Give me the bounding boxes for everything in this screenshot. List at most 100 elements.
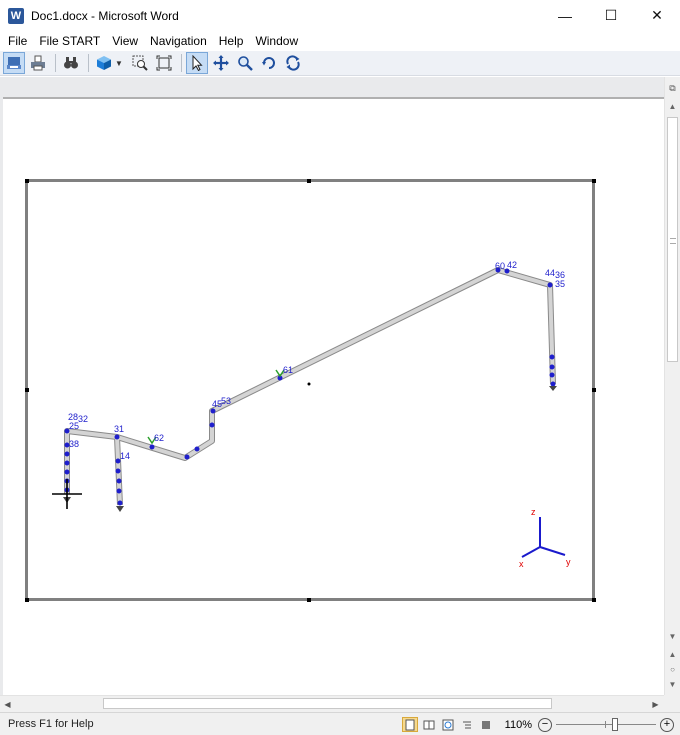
pipe-route <box>64 267 556 506</box>
resize-handle[interactable] <box>25 388 29 392</box>
horizontal-scrollbar[interactable]: ◀ ▶ <box>0 695 664 712</box>
window-controls: — ☐ ✕ <box>542 0 680 31</box>
zoom-out-button[interactable]: − <box>538 717 552 732</box>
status-help-text: Press F1 for Help <box>8 718 94 730</box>
ruler-divider <box>3 97 664 99</box>
node-label: 53 <box>221 396 231 406</box>
node-label: 25 <box>69 421 79 431</box>
zoom-window-button[interactable] <box>129 52 151 74</box>
close-button[interactable]: ✕ <box>634 0 680 31</box>
cursor-arrow-icon <box>192 55 203 71</box>
axis-x-label: x <box>519 559 524 569</box>
window-title: Doc1.docx - Microsoft Word <box>31 8 179 23</box>
resize-handle[interactable] <box>592 388 596 392</box>
outline-view-button[interactable] <box>459 717 475 732</box>
axis-y-label: y <box>566 557 571 567</box>
scroll-left-arrow-icon[interactable]: ◀ <box>0 696 15 712</box>
toolbar-separator <box>180 54 182 72</box>
zoom-in-button[interactable]: + <box>660 717 674 732</box>
ruler <box>3 77 664 99</box>
draft-icon <box>481 720 490 729</box>
menu-help[interactable]: Help <box>213 31 250 51</box>
previous-page-icon[interactable]: ▲ <box>665 647 680 661</box>
zoom-level[interactable]: 110% <box>505 719 532 731</box>
toolbar-separator <box>55 54 56 72</box>
vertical-scrollbar[interactable]: ⧉ ▲ ▼ ▲ ○ ▼ <box>664 77 680 695</box>
maximize-button[interactable]: ☐ <box>588 0 634 31</box>
web-layout-icon <box>442 719 454 730</box>
binoculars-icon <box>64 57 78 69</box>
web-layout-view-button[interactable] <box>440 717 456 732</box>
zoom-slider[interactable] <box>556 718 656 731</box>
draft-view-button[interactable] <box>478 717 494 732</box>
zoom-button[interactable] <box>234 52 256 74</box>
rotate-button[interactable] <box>258 52 280 74</box>
menu-window[interactable]: Window <box>249 31 304 51</box>
vertical-scroll-thumb[interactable] <box>667 117 678 362</box>
next-page-icon[interactable]: ▼ <box>665 677 680 691</box>
print-layout-icon <box>405 719 415 730</box>
menu-file-start[interactable]: File START <box>33 31 106 51</box>
node-label: 32 <box>78 414 88 424</box>
node-label: 35 <box>555 279 565 289</box>
menu-file[interactable]: File <box>2 31 33 51</box>
menu-navigation[interactable]: Navigation <box>144 31 213 51</box>
word-app-icon[interactable]: W <box>8 7 24 24</box>
magnifier-icon <box>238 56 253 71</box>
resize-handle[interactable] <box>25 179 29 183</box>
split-view-icon[interactable]: ⧉ <box>665 81 680 95</box>
node-label: 61 <box>283 365 293 375</box>
resize-handle[interactable] <box>592 179 596 183</box>
book-icon <box>423 720 435 729</box>
resize-handle[interactable] <box>307 179 311 183</box>
node-label: 44 <box>545 268 555 278</box>
piping-model[interactable]: 60 42 44 36 35 61 45 53 62 28 32 31 25 3… <box>25 179 596 602</box>
minimize-button[interactable]: — <box>542 0 588 31</box>
embedded-drawing-frame[interactable]: 60 42 44 36 35 61 45 53 62 28 32 31 25 3… <box>25 179 596 602</box>
print-layout-view-button[interactable] <box>401 717 418 732</box>
reading-view-button[interactable] <box>421 717 437 732</box>
axis-z-label: z <box>531 507 536 517</box>
scroll-right-arrow-icon[interactable]: ▶ <box>648 696 663 712</box>
select-button[interactable] <box>185 52 208 74</box>
toolbar: ▼ <box>0 51 680 76</box>
zoom-window-icon <box>132 55 148 71</box>
menu-view[interactable]: View <box>106 31 144 51</box>
title-bar: W Doc1.docx - Microsoft Word — ☐ ✕ <box>0 0 680 31</box>
document-left-edge <box>0 77 3 695</box>
node-label: 31 <box>114 424 124 434</box>
3d-view-button[interactable] <box>93 52 115 74</box>
pan-button[interactable] <box>210 52 232 74</box>
anchor-markers <box>63 386 557 512</box>
printer-icon <box>31 55 45 71</box>
status-bar: Press F1 for Help 110% − + <box>0 712 680 735</box>
print-preview-button[interactable] <box>3 52 25 74</box>
resize-handle[interactable] <box>592 598 596 602</box>
frame-hatch-border <box>25 179 595 601</box>
zoom-extents-icon <box>156 55 172 71</box>
pan-cross-icon <box>212 55 229 71</box>
menu-bar: File File START View Navigation Help Win… <box>0 31 680 51</box>
toolbar-separator <box>88 54 89 72</box>
center-point <box>307 382 311 386</box>
rotate-icon <box>261 57 275 69</box>
print-setup-button[interactable] <box>27 52 49 74</box>
scroll-down-arrow-icon[interactable]: ▼ <box>665 629 680 643</box>
zoom-extents-button[interactable] <box>153 52 175 74</box>
orbit-button[interactable] <box>282 52 304 74</box>
zoom-slider-center-tick <box>605 721 606 728</box>
scrollbar-corner <box>664 695 680 712</box>
find-button[interactable] <box>60 52 82 74</box>
node-label: 38 <box>69 439 79 449</box>
scroll-up-arrow-icon[interactable]: ▲ <box>665 99 680 113</box>
resize-handle[interactable] <box>25 598 29 602</box>
horizontal-scroll-thumb[interactable] <box>103 698 552 709</box>
chevron-down-icon[interactable]: ▼ <box>115 59 123 68</box>
node-markers <box>64 267 556 506</box>
crosshair-cursor-icon <box>52 479 82 509</box>
node-label: 62 <box>154 433 164 443</box>
resize-handle[interactable] <box>307 598 311 602</box>
zoom-slider-thumb[interactable] <box>612 718 618 731</box>
scroll-grip-icon <box>670 238 676 244</box>
select-browse-object-icon[interactable]: ○ <box>665 662 680 676</box>
